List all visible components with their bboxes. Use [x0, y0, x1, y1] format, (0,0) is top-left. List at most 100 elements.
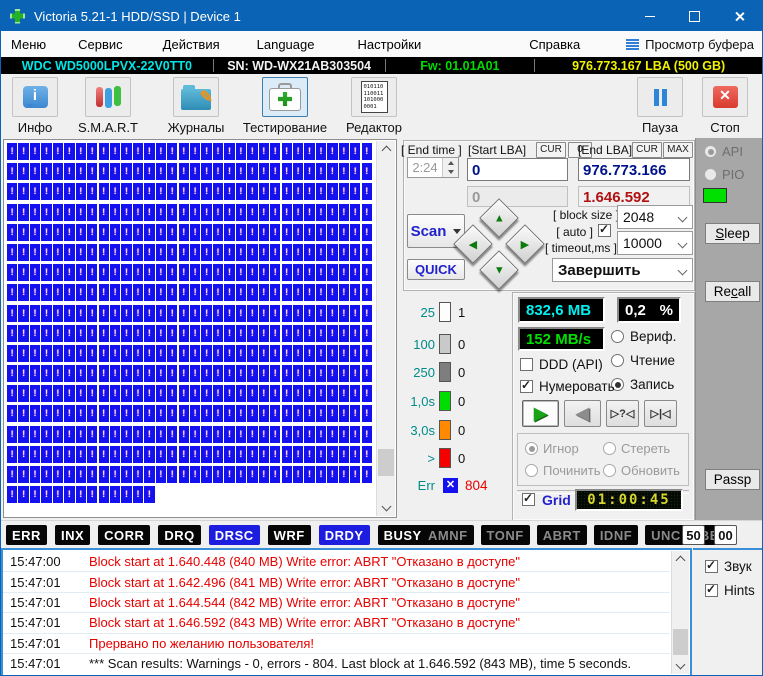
- toolbar-button[interactable]: Инфо: [7, 74, 63, 135]
- defect-radio-option[interactable]: Обновить: [603, 460, 681, 482]
- sleep-button[interactable]: Sleep: [705, 223, 760, 244]
- play-button[interactable]: ▶: [522, 400, 559, 427]
- log-option[interactable]: Звук: [705, 559, 763, 574]
- back-button[interactable]: ◀: [564, 400, 601, 427]
- map-scrollbar[interactable]: [376, 141, 395, 516]
- map-block: !: [41, 264, 51, 281]
- end-lba-cur-button[interactable]: CUR: [632, 142, 662, 158]
- finish-action-select[interactable]: Завершить: [552, 258, 693, 282]
- map-block: !: [293, 264, 303, 281]
- map-block: !: [18, 385, 28, 402]
- recall-label: Re: [714, 284, 731, 299]
- map-block: !: [156, 305, 166, 322]
- minimize-button[interactable]: [627, 1, 672, 31]
- grid-checkbox[interactable]: [522, 493, 535, 506]
- map-block: !: [167, 163, 177, 180]
- nav-button[interactable]: ◀: [453, 224, 493, 264]
- toolbar-button[interactable]: Журналы: [157, 74, 235, 135]
- start-lba-input[interactable]: [467, 158, 568, 181]
- recall-button[interactable]: Recall: [705, 281, 760, 302]
- toolbar-button[interactable]: Редактор: [335, 74, 413, 135]
- mode-checkbox-option[interactable]: DDD (API): [520, 357, 615, 372]
- log-option[interactable]: Hints: [705, 583, 763, 598]
- close-button[interactable]: [717, 1, 762, 31]
- nav-button[interactable]: ▶: [505, 224, 545, 264]
- map-block: !: [110, 365, 120, 382]
- map-block: !: [270, 466, 280, 483]
- timeout-select[interactable]: 10000: [617, 231, 693, 255]
- block-size-select[interactable]: 2048: [617, 205, 693, 229]
- interface-radio-option[interactable]: API: [704, 144, 763, 159]
- passp-button[interactable]: Passp: [705, 469, 760, 490]
- scrollbar-thumb[interactable]: [673, 629, 688, 655]
- maximize-button[interactable]: [672, 1, 717, 31]
- map-block: !: [133, 405, 143, 422]
- menu-item[interactable]: Справка: [529, 37, 580, 52]
- end-lba-max-button[interactable]: MAX: [663, 142, 693, 158]
- map-block: !: [30, 204, 40, 221]
- register-lamp: CORR: [98, 525, 150, 545]
- scroll-down-button[interactable]: [672, 658, 689, 674]
- map-block: !: [53, 224, 63, 241]
- timeout-value: 10000: [623, 235, 662, 251]
- map-block: !: [350, 183, 360, 200]
- map-block: !: [224, 385, 234, 402]
- menu-item[interactable]: Настройки: [357, 37, 421, 52]
- map-block: !: [144, 345, 154, 362]
- menu-item[interactable]: Меню: [11, 37, 46, 52]
- buffer-view-button[interactable]: Просмотр буфера: [626, 37, 754, 52]
- scroll-down-button[interactable]: [377, 500, 395, 516]
- auto-checkbox[interactable]: [598, 224, 611, 237]
- nav-button[interactable]: ▲: [479, 198, 519, 238]
- map-block: !: [293, 204, 303, 221]
- mode-radio-label: Чтение: [630, 353, 675, 368]
- map-block: !: [270, 446, 280, 463]
- start-lba-cur-button[interactable]: CUR: [536, 142, 566, 158]
- interface-radio-option[interactable]: PIO: [704, 167, 763, 182]
- scroll-up-button[interactable]: [377, 141, 395, 157]
- map-block: !: [270, 365, 280, 382]
- spin-down-button[interactable]: [443, 168, 458, 178]
- end-lba-input[interactable]: [578, 158, 690, 181]
- mode-radio-option[interactable]: Вериф.: [611, 329, 676, 344]
- defect-radio-option[interactable]: Игнор: [525, 438, 603, 460]
- map-block: !: [179, 405, 189, 422]
- pause-button[interactable]: Пауза: [632, 77, 688, 135]
- mode-radio-option[interactable]: Чтение: [611, 353, 676, 368]
- map-block: !: [270, 163, 280, 180]
- map-block: !: [99, 163, 109, 180]
- map-row: !!!!!!!!!!!!!!!!!!!!!!!!!!!!!!!!: [7, 183, 375, 200]
- map-block: !: [41, 385, 51, 402]
- map-block: !: [87, 365, 97, 382]
- map-block: !: [190, 345, 200, 362]
- end-time-spinner[interactable]: 2:24: [407, 157, 459, 178]
- defect-radio-option[interactable]: Стереть: [603, 438, 681, 460]
- map-block: !: [18, 486, 28, 503]
- seek-error-button[interactable]: ▷?◁: [606, 400, 639, 427]
- map-block: !: [270, 183, 280, 200]
- map-block: !: [190, 143, 200, 160]
- pause-icon: [654, 89, 667, 106]
- map-block: !: [18, 325, 28, 342]
- menu-item[interactable]: Сервис: [78, 37, 123, 52]
- stop-button[interactable]: Стоп: [698, 77, 752, 135]
- map-block: !: [282, 466, 292, 483]
- toolbar-button[interactable]: Тестирование: [239, 74, 331, 135]
- transport-glyph-icon: ▷?◁: [611, 407, 635, 420]
- seek-end-button[interactable]: ▷|◁: [644, 400, 677, 427]
- map-block: !: [53, 446, 63, 463]
- mode-checkbox-option[interactable]: Нумеровать: [520, 379, 615, 394]
- scroll-up-button[interactable]: [672, 551, 689, 567]
- scrollbar-thumb[interactable]: [378, 449, 394, 476]
- toolbar-button[interactable]: S.M.A.R.T: [67, 74, 149, 135]
- log-scrollbar[interactable]: [671, 551, 689, 674]
- menu-item[interactable]: Language: [257, 37, 315, 52]
- mode-radio-option[interactable]: Запись: [611, 377, 676, 392]
- nav-button[interactable]: ▼: [479, 250, 519, 290]
- menu-item[interactable]: Действия: [163, 37, 220, 52]
- map-block: !: [236, 204, 246, 221]
- map-block: !: [41, 305, 51, 322]
- spin-up-button[interactable]: [443, 158, 458, 168]
- map-block: !: [30, 345, 40, 362]
- defect-radio-option[interactable]: Починить: [525, 460, 603, 482]
